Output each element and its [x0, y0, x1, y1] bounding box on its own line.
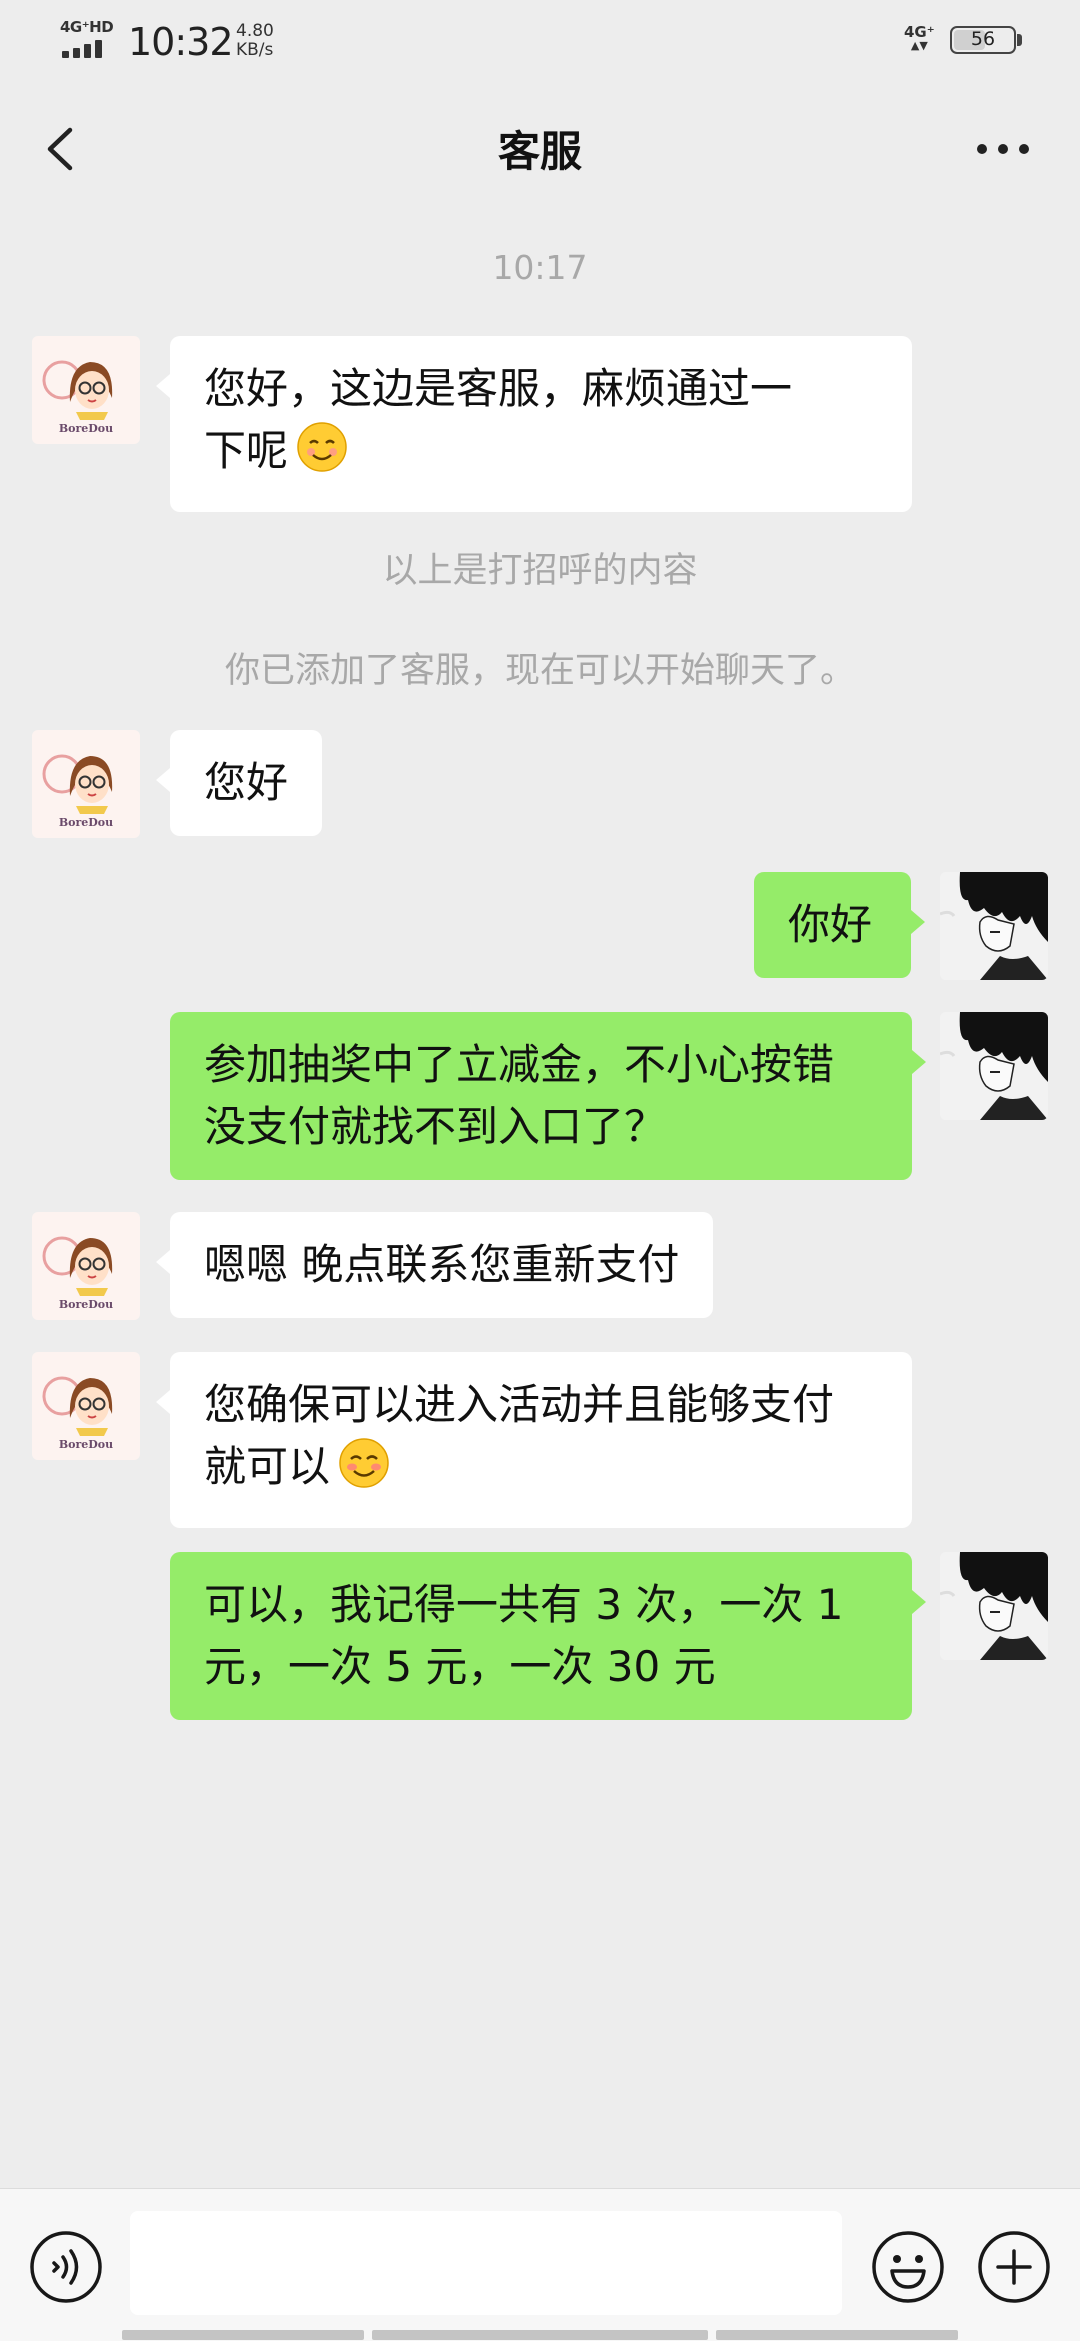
speed-value: 4.80 — [236, 21, 274, 41]
agent-avatar[interactable]: BoreDou — [32, 336, 140, 444]
battery-cap — [1017, 34, 1022, 46]
user-avatar-image — [940, 1552, 1048, 1660]
incoming-message-bubble[interactable]: 您确保可以进入活动并且能够支付 就可以 — [156, 1352, 912, 1528]
more-horizontal-icon — [977, 144, 1029, 154]
network-speed: 4.80 KB/s — [236, 22, 274, 60]
nav-indicator — [372, 2330, 708, 2340]
battery-level: 56 — [970, 28, 996, 50]
user-avatar[interactable] — [940, 872, 1048, 980]
outgoing-message-bubble[interactable]: 你好 — [754, 872, 925, 978]
message-line-with-emoji: 就可以 — [204, 1436, 878, 1506]
network-type: 4G⁺ ▲▼ — [904, 24, 935, 52]
avatar-brand-text: BoreDou — [59, 1438, 113, 1451]
incoming-message-bubble[interactable]: 您好，这边是客服，麻烦通过一 下呢 — [156, 336, 912, 512]
agent-avatar-image: BoreDou — [42, 754, 113, 829]
message-timestamp: 10:17 — [492, 248, 588, 287]
message-line: 可以，我记得一共有 3 次，一次 1 — [204, 1580, 844, 1629]
clock: 10:32 — [128, 20, 234, 64]
user-avatar-image — [940, 872, 1048, 980]
message-line: 你好 — [788, 900, 873, 949]
network-type-label: 4G⁺ — [904, 23, 935, 41]
message-line: 您确保可以进入活动并且能够支付 — [204, 1380, 835, 1429]
nav-indicator — [716, 2330, 958, 2340]
user-avatar[interactable] — [940, 1012, 1048, 1120]
agent-avatar-image: BoreDou — [42, 1236, 113, 1311]
speed-unit: KB/s — [236, 40, 274, 60]
agent-avatar[interactable]: BoreDou — [32, 1352, 140, 1460]
message-line: 嗯嗯 晚点联系您重新支付 — [204, 1240, 680, 1289]
user-avatar-image — [940, 1012, 1048, 1120]
more-options-button[interactable] — [976, 2229, 1052, 2305]
input-bar — [0, 2188, 1080, 2341]
plus-icon — [978, 2231, 1050, 2303]
agent-avatar-image: BoreDou — [42, 1376, 113, 1451]
data-arrows-icon: ▲▼ — [910, 39, 928, 52]
page-title: 客服 — [497, 127, 582, 176]
message-line: 您好，这边是客服，麻烦通过一 — [204, 364, 793, 413]
signal-type-label: 4G⁺HD — [60, 18, 114, 36]
avatar-brand-text: BoreDou — [59, 1298, 113, 1311]
agent-avatar[interactable]: BoreDou — [32, 1212, 140, 1320]
battery-icon: 56 — [950, 26, 1016, 54]
message-line: 没支付就找不到入口了？ — [204, 1102, 667, 1151]
more-button[interactable] — [968, 114, 1038, 184]
blush-emoji — [338, 1437, 390, 1506]
avatar-brand-text: BoreDou — [59, 422, 113, 435]
message-input[interactable] — [130, 2211, 842, 2315]
emoji-icon — [872, 2231, 944, 2303]
message-line: 下呢 — [204, 426, 289, 475]
outgoing-message-bubble[interactable]: 可以，我记得一共有 3 次，一次 1 元，一次 5 元，一次 30 元 — [170, 1552, 926, 1720]
message-line: 参加抽奖中了立减金，不小心按错 — [204, 1040, 835, 1089]
voice-button[interactable] — [28, 2229, 104, 2305]
message-line: 您好 — [204, 758, 289, 807]
message-line: 就可以 — [204, 1442, 331, 1491]
agent-avatar[interactable]: BoreDou — [32, 730, 140, 838]
incoming-message-bubble[interactable]: 嗯嗯 晚点联系您重新支付 — [155, 1212, 714, 1318]
emoji-button[interactable] — [870, 2229, 946, 2305]
message-line-with-emoji: 下呢 — [204, 420, 878, 490]
nav-bar: 客服 — [0, 84, 1080, 212]
chevron-left-icon — [47, 127, 73, 171]
status-bar: 4G⁺HD 10:32 4.80 KB/s 4G⁺ ▲▼ 56 — [0, 0, 1080, 84]
message-line: 元，一次 5 元，一次 30 元 — [204, 1642, 716, 1691]
voice-icon — [30, 2231, 102, 2303]
system-message: 你已添加了客服，现在可以开始聊天了。 — [224, 651, 855, 691]
agent-avatar-image: BoreDou — [42, 360, 113, 435]
nav-indicator — [122, 2330, 364, 2340]
back-button[interactable] — [30, 114, 100, 184]
incoming-message-bubble[interactable]: 您好 — [155, 730, 323, 836]
avatar-brand-text: BoreDou — [59, 816, 113, 829]
outgoing-message-bubble[interactable]: 参加抽奖中了立减金，不小心按错 没支付就找不到入口了？ — [170, 1012, 926, 1180]
user-avatar[interactable] — [940, 1552, 1048, 1660]
smiling-face-emoji — [296, 421, 348, 490]
signal-strength-icon — [62, 40, 110, 58]
system-message: 以上是打招呼的内容 — [382, 551, 698, 591]
